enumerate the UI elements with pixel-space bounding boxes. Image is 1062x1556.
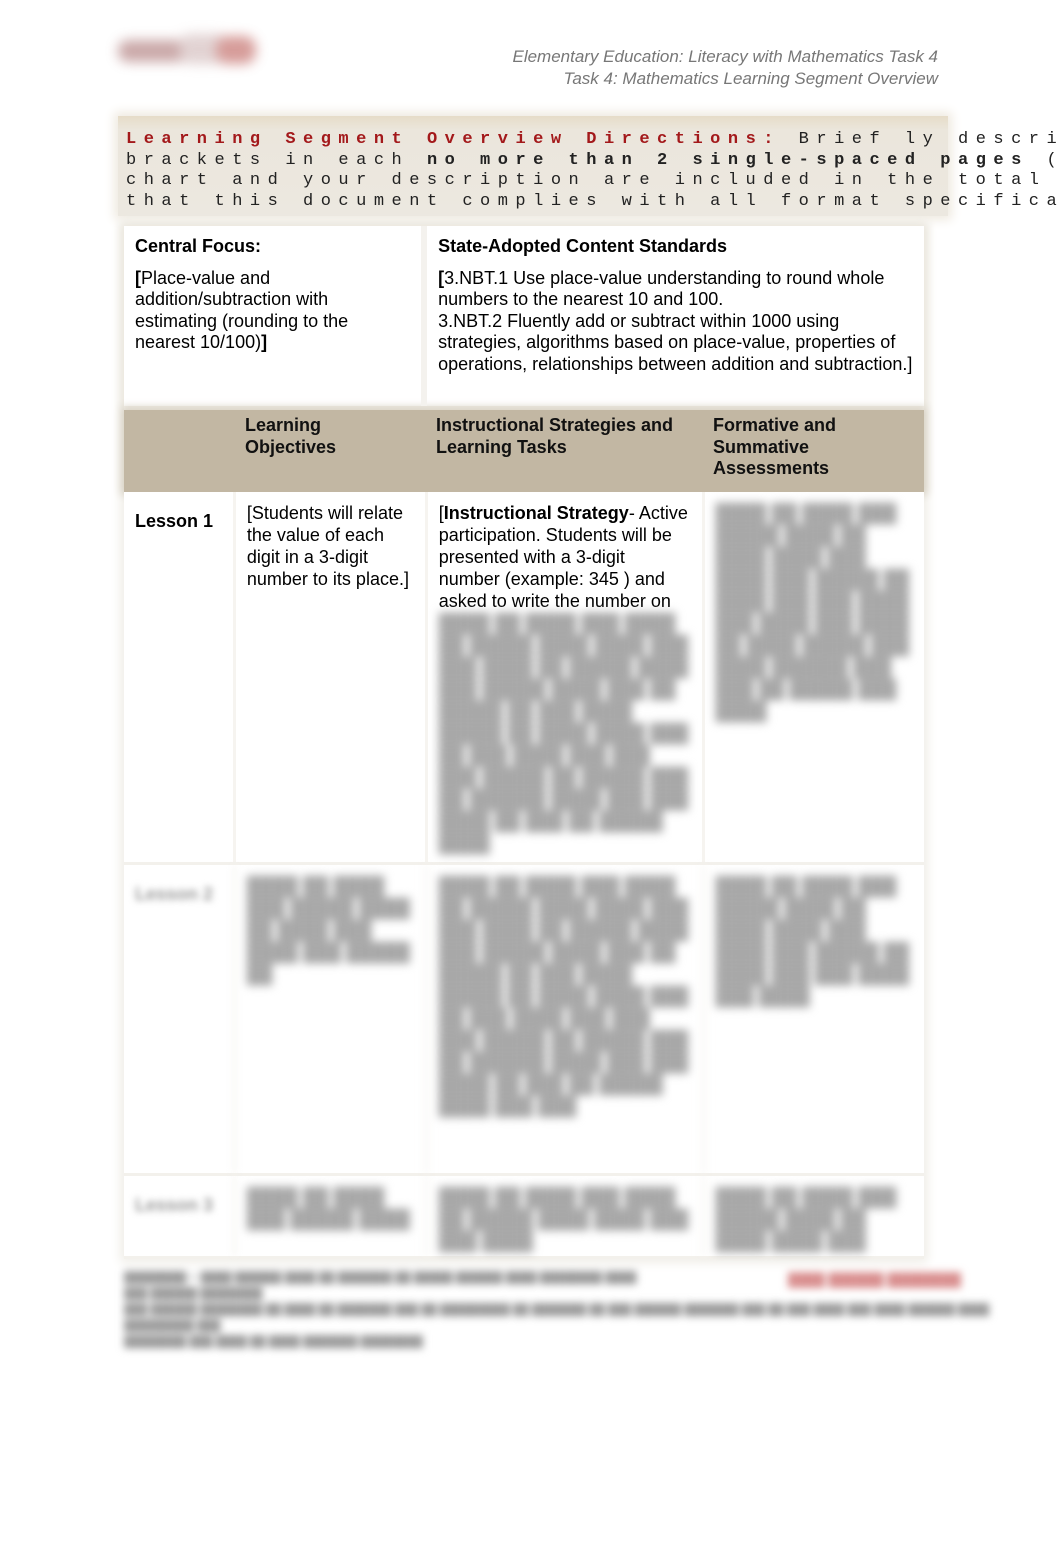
footer-brand-mark: ████ ██████ ████████ <box>788 1272 962 1287</box>
column-header-lesson <box>124 410 234 492</box>
footer-note: ███ ██████ ████████ ██ ████ ██ ███████ █… <box>124 1304 990 1332</box>
directions-box: Learning Segment Overview Directions: Br… <box>118 116 1062 216</box>
lesson-objective: ████ ██ ████ ███ █████ ████ <box>236 1176 428 1256</box>
standard-2: 3.NBT.2 Fluently add or subtract within … <box>438 310 913 374</box>
column-header-strategies: Instructional Strategies and Learning Ta… <box>436 415 674 457</box>
document-header: Elementary Education: Literacy with Math… <box>512 46 938 90</box>
page-limit-text: no more than 2 single-spaced pages <box>426 150 1029 170</box>
learning-segment-table: Central Focus: [Place-value and addition… <box>124 226 924 1259</box>
table-row: Lesson 1 [Students will relate the value… <box>124 492 924 865</box>
lesson-objective: [Students will relate the value of each … <box>236 492 428 862</box>
directions-line-3: chart and your description are included … <box>126 171 1062 190</box>
page-footer: ████████ © ████ ██████ ████ ██ ███████ █… <box>124 1270 1024 1350</box>
lesson-objective: ████ ██ ████ ███ █████ ████ ██ ████ ███ … <box>236 865 428 1173</box>
standards-title: State-Adopted Content Standards <box>438 236 728 256</box>
table-header-row: Learning Objectives Instructional Strate… <box>124 410 924 492</box>
lesson-strategy: ████ ██ ████ ███ ████ ██ █████ ████ ████… <box>428 1176 705 1256</box>
column-header-objectives: Learning Objectives <box>245 415 337 457</box>
directions-line-2: brackets in each no more than 2 single-s… <box>126 150 1062 170</box>
lesson-strategy: ████ ██ ████ ███ ████ ██ █████ ████ ████… <box>428 865 705 1173</box>
lesson-strategy: [Instructional Strategy- Active particip… <box>428 492 705 862</box>
lesson-assessment: ████ ██ ████ ███ █████ ████ ██ ████ ████… <box>715 503 910 721</box>
lesson-label: Lesson 2 <box>124 865 236 1173</box>
table-row: Lesson 3 ████ ██ ████ ███ █████ ████ ███… <box>124 1176 924 1259</box>
lesson-label: Lesson 1 <box>124 492 236 862</box>
header-title-line2: Task 4: Mathematics Learning Segment Ove… <box>563 69 939 88</box>
header-title-line1: Elementary Education: Literacy with Math… <box>512 47 938 66</box>
standard-1: [3.NBT.1 Use place-value understanding t… <box>438 267 885 310</box>
central-focus-title: Central Focus: <box>135 236 262 256</box>
focus-standards-row: Central Focus: [Place-value and addition… <box>124 226 924 406</box>
directions-line-1: Learning Segment Overview Directions: Br… <box>126 130 1062 149</box>
standards-cell: State-Adopted Content Standards [3.NBT.1… <box>427 226 924 406</box>
central-focus-cell: Central Focus: [Place-value and addition… <box>124 226 428 406</box>
central-focus-text: [Place-value and addition/subtraction wi… <box>135 267 349 353</box>
directions-line-4: that this document complies with all for… <box>126 191 1062 211</box>
column-header-assessments: Formative and Summative Assessments <box>713 415 837 478</box>
organization-logo-icon <box>118 28 258 70</box>
lesson-label: Lesson 3 <box>124 1176 236 1256</box>
lesson-assessment: ████ ██ ████ ███ █████ ████ ██ ████ ████… <box>715 876 910 1006</box>
obscured-strategy-text: ████ ██ ████ ███ ████ ██ █████ ████ ████… <box>438 613 689 853</box>
table-row: Lesson 2 ████ ██ ████ ███ █████ ████ ██ … <box>124 865 924 1176</box>
directions-label: Learning Segment <box>126 130 427 149</box>
lesson-assessment: ████ ██ ████ ███ █████ ████ ██ ████ ████… <box>715 1187 897 1251</box>
